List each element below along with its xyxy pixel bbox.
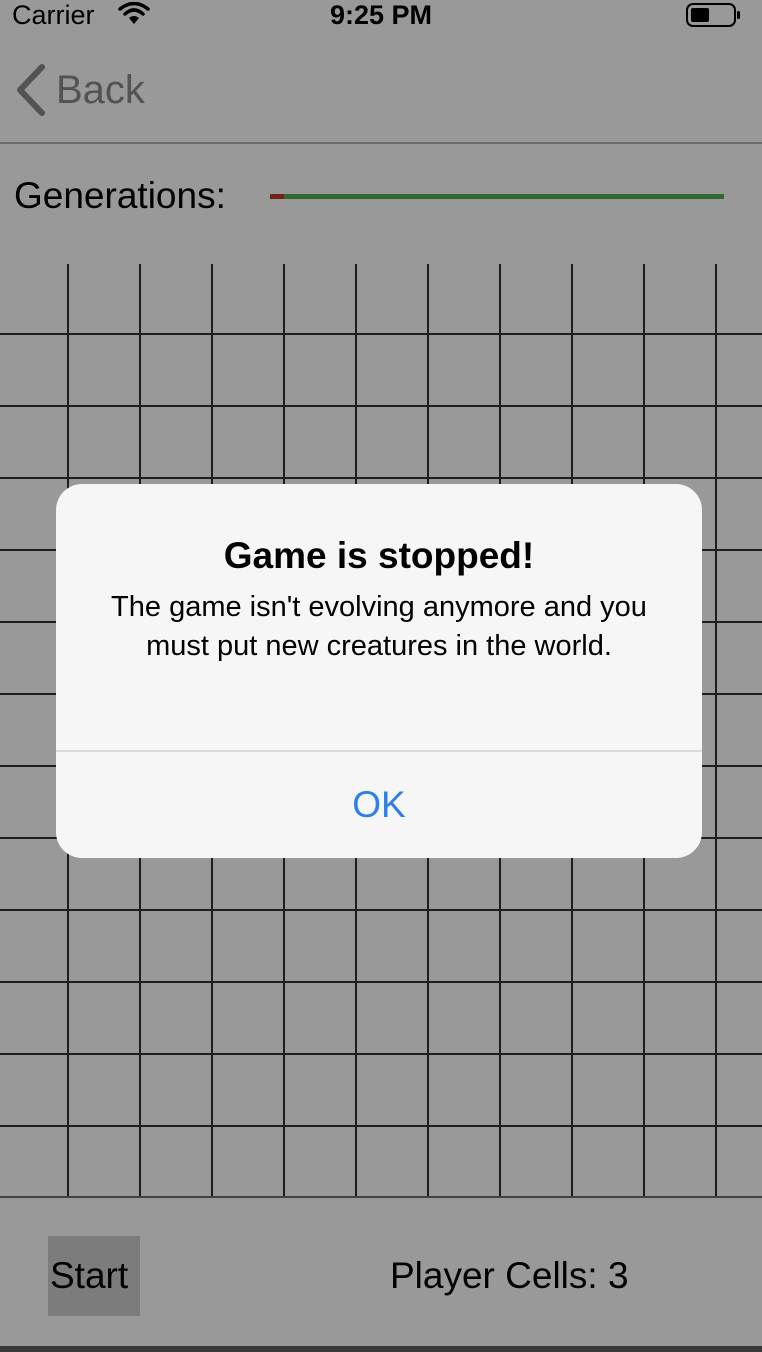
alert-title: Game is stopped! — [223, 535, 535, 576]
alert-dialog: Game is stopped! The game isn't evolving… — [56, 484, 702, 858]
game-screen: Carrier 9:25 PM Back Generations: Start … — [0, 0, 762, 1352]
alert-message: The game isn't evolving anymore and you … — [111, 591, 647, 662]
alert-ok-button[interactable]: OK — [56, 752, 702, 858]
